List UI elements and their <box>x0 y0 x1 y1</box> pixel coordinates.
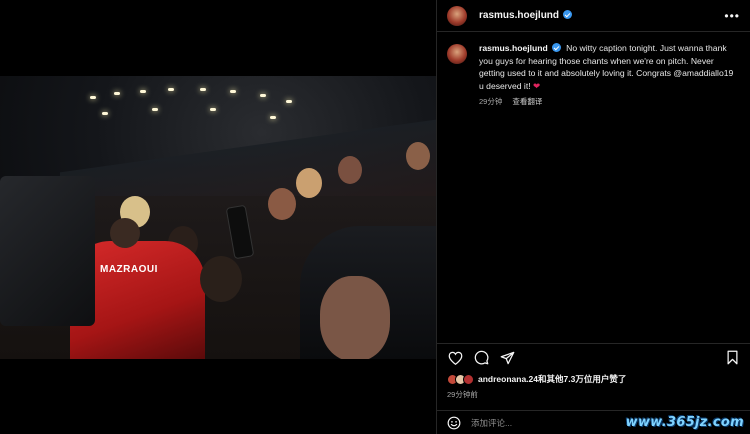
heart-icon[interactable] <box>447 350 463 366</box>
caption-meta: 29分钟 查看翻译 <box>479 96 740 109</box>
translate-link[interactable]: 查看翻译 <box>512 96 542 109</box>
avatar[interactable] <box>447 5 467 26</box>
likes-summary: andreonana.24 和其他7.3万位用户赞了 <box>447 373 626 385</box>
caption-age: 29分钟 <box>479 97 503 106</box>
liker-avatars[interactable] <box>447 373 474 385</box>
post-timestamp: 29分钟前 <box>447 390 478 399</box>
comment-icon[interactable] <box>473 350 489 366</box>
header-username-text[interactable]: rasmus.hoejlund <box>479 10 559 21</box>
post-photo[interactable]: MAZRAOUI <box>0 76 436 359</box>
stadium-lights <box>90 86 310 126</box>
likes-rest-text[interactable]: 和其他7.3万位用户赞了 <box>538 373 626 385</box>
share-icon[interactable] <box>499 350 515 366</box>
emoji-icon[interactable] <box>447 416 461 430</box>
caption-username-text[interactable]: rasmus.hoejlund <box>479 43 548 53</box>
liker-avatar[interactable] <box>463 373 474 385</box>
heart-emoji: ❤ <box>532 80 541 91</box>
caption-body: rasmus.hoejlund No witty caption tonight… <box>479 42 740 109</box>
likes-lead-user[interactable]: andreonana.24 <box>478 374 538 384</box>
more-icon[interactable]: ••• <box>724 9 740 23</box>
verified-badge-icon <box>551 43 561 52</box>
site-watermark: www.365jz.com <box>625 415 744 430</box>
post-header: rasmus.hoejlund ••• <box>437 0 750 32</box>
bookmark-icon[interactable] <box>724 350 740 366</box>
caption: rasmus.hoejlund No witty caption tonight… <box>437 32 750 109</box>
media-pane: MAZRAOUI <box>0 0 436 434</box>
action-bar <box>437 343 750 371</box>
tv-camera <box>0 176 95 326</box>
caption-avatar[interactable] <box>447 44 467 64</box>
caption-username[interactable]: rasmus.hoejlund <box>479 43 561 53</box>
verified-badge-icon <box>563 10 573 19</box>
header-username[interactable]: rasmus.hoejlund <box>479 10 573 21</box>
foreground-fan-head <box>320 276 390 359</box>
shirt-text: MAZRAOUI <box>100 264 158 275</box>
post-side-pane: rasmus.hoejlund ••• rasmus.hoejlund No w… <box>436 0 750 434</box>
